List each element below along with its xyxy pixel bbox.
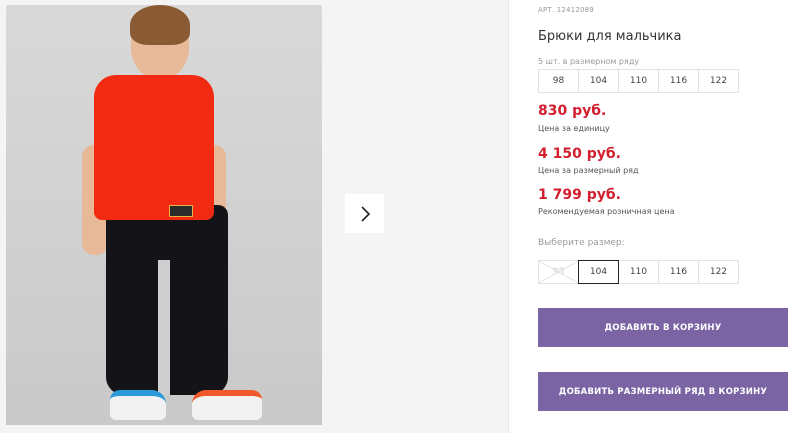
chevron-right-icon <box>360 205 370 222</box>
unit-price-note: Цена за единицу <box>538 124 610 133</box>
series-size: 104 <box>578 69 619 93</box>
size-option[interactable]: 122 <box>698 260 739 284</box>
size-option-label: 104 <box>589 267 608 277</box>
crossed-out-icon <box>539 261 578 283</box>
series-price: 4 150 руб. <box>538 146 621 162</box>
size-option[interactable]: 116 <box>658 260 699 284</box>
series-size: 98 <box>538 69 579 93</box>
size-option[interactable]: 110 <box>618 260 659 284</box>
size-option-selected[interactable]: 104 <box>578 260 619 284</box>
series-price-note: Цена за размерный ряд <box>538 166 639 175</box>
boy-model-image <box>6 5 322 425</box>
product-title: Брюки для мальчика <box>538 29 682 44</box>
series-size: 116 <box>658 69 699 93</box>
divider <box>508 0 509 433</box>
choose-size-caption: Выберите размер: <box>538 238 625 248</box>
size-option-label: 110 <box>629 267 648 277</box>
size-option-unavailable[interactable]: 98 <box>538 260 579 284</box>
add-to-cart-button[interactable]: ДОБАВИТЬ В КОРЗИНУ <box>538 308 788 347</box>
article-number: АРТ. 12412089 <box>538 6 594 14</box>
size-series: 98 104 110 116 122 <box>538 69 739 93</box>
series-size: 110 <box>618 69 659 93</box>
series-caption: 5 шт. в размерном ряду <box>538 57 640 66</box>
product-gallery <box>0 0 508 433</box>
series-size: 122 <box>698 69 739 93</box>
retail-price: 1 799 руб. <box>538 187 621 203</box>
next-image-button[interactable] <box>345 194 384 233</box>
unit-price: 830 руб. <box>538 103 607 119</box>
size-option-label: 116 <box>669 267 688 277</box>
add-series-to-cart-button[interactable]: ДОБАВИТЬ РАЗМЕРНЫЙ РЯД В КОРЗИНУ <box>538 372 788 411</box>
product-info-panel: АРТ. 12412089 Брюки для мальчика 5 шт. в… <box>538 0 800 433</box>
product-photo <box>6 5 322 425</box>
size-option-label: 122 <box>709 267 728 277</box>
size-selector: 98 104 110 116 122 <box>538 260 739 284</box>
retail-price-note: Рекомендуемая розничная цена <box>538 207 675 216</box>
